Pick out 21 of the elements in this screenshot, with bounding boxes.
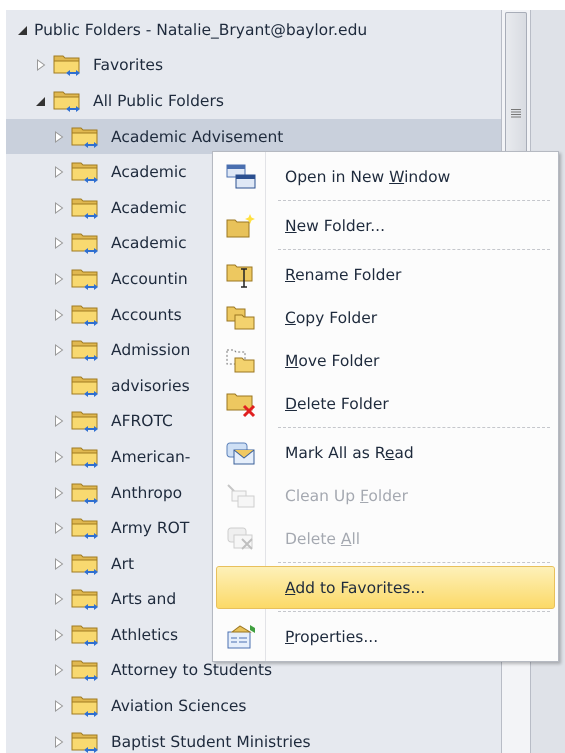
folder-name: Admission	[111, 341, 190, 360]
folder-name: Academic Advisement	[111, 128, 284, 146]
folder-name: American-	[111, 448, 190, 466]
folder-name: AFROTC	[111, 412, 173, 430]
folder-name: Academic	[111, 234, 187, 252]
folder-name: Athletics	[111, 626, 178, 644]
folder-name: Accounts	[111, 306, 182, 324]
folder-name: Public Folders - Natalie_Bryant@baylor.edu	[34, 20, 368, 39]
folder-name: Anthropo	[111, 484, 182, 502]
folder-name: Accountin	[111, 270, 188, 288]
folder-name: Army ROT	[111, 519, 190, 538]
folder-name: Art	[111, 554, 134, 573]
folder-name: Arts and	[111, 590, 176, 608]
folder-name: Academic	[111, 163, 187, 182]
folder-name: All Public Folders	[93, 92, 224, 110]
folder-name: Aviation Sciences	[111, 697, 246, 716]
folder-name: Baptist Student Ministries	[111, 732, 311, 751]
folder-name: advisories	[111, 376, 190, 395]
folder-name: Favorites	[93, 56, 164, 74]
folder-name: Academic	[111, 198, 187, 217]
folder-name: Attorney to Students	[111, 661, 272, 680]
